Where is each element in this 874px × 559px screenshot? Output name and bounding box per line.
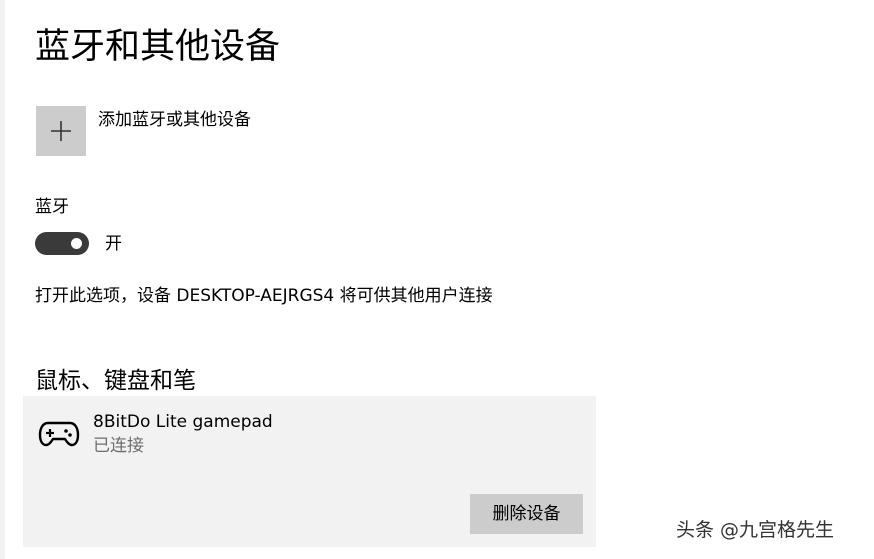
device-status: 已连接 — [93, 436, 144, 456]
discoverable-info: 打开此选项，设备 DESKTOP-AEJRGS4 将可供其他用户连接 — [35, 286, 493, 306]
device-name: 8BitDo Lite gamepad — [93, 412, 273, 432]
page-title: 蓝牙和其他设备 — [35, 27, 281, 67]
window-edge — [0, 0, 5, 559]
add-device-button[interactable] — [36, 106, 86, 156]
gamepad-icon — [38, 421, 80, 447]
settings-page: 蓝牙和其他设备 添加蓝牙或其他设备 蓝牙 开 打开此选项，设备 DESKTOP-… — [0, 0, 874, 559]
plus-icon — [51, 121, 71, 141]
remove-device-button[interactable]: 删除设备 — [470, 494, 583, 534]
bluetooth-heading: 蓝牙 — [35, 197, 69, 217]
bluetooth-state-label: 开 — [105, 234, 122, 254]
watermark: 头条 @九宫格先生 — [676, 519, 835, 541]
toggle-knob — [71, 238, 82, 249]
section-heading-mouse-keyboard-pen: 鼠标、键盘和笔 — [35, 368, 196, 394]
bluetooth-toggle[interactable] — [35, 232, 89, 255]
device-card[interactable]: 8BitDo Lite gamepad 已连接 删除设备 — [23, 396, 596, 547]
add-device-label[interactable]: 添加蓝牙或其他设备 — [98, 108, 251, 132]
